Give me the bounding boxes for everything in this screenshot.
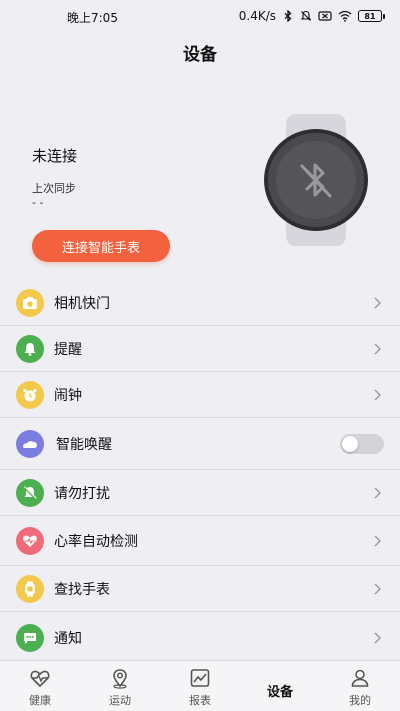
page-title: 设备 [183,45,217,65]
tab-profile[interactable]: 我的 [320,661,400,711]
status-time: 晚上7:05 [67,11,118,25]
menu-label: 提醒 [54,341,82,358]
bottom-tab-bar: 健康 运动 报表 设备 我的 [0,660,400,711]
watch-inner [276,141,356,219]
tab-label: 我的 [349,694,371,707]
tab-label: 健康 [29,694,51,707]
chevron-right-icon [374,632,381,644]
last-sync-value: - - [32,196,44,209]
tab-device[interactable]: 设备 [240,661,320,711]
bluetooth-icon [284,10,292,22]
connect-watch-button[interactable]: 连接智能手表 [32,230,170,262]
tab-report[interactable]: 报表 [160,661,240,711]
menu-item-notification[interactable]: 通知 [0,612,400,664]
report-chart-icon [190,669,210,687]
smart-wake-icon [16,429,44,458]
menu-label: 相机快门 [54,295,110,312]
menu-item-smart-wake[interactable]: 智能唤醒 [0,418,400,470]
watch-face [264,129,368,231]
notification-icon [16,624,44,652]
tab-label: 设备 [266,685,293,700]
menu-label: 心率自动检测 [54,533,138,550]
menu-label: 查找手表 [54,581,110,598]
chevron-right-icon [374,535,381,546]
status-indicators: 0.4K/s 81 [238,9,385,23]
device-card: 未连接 上次同步 - - 连接智能手表 [0,80,400,280]
settings-list: 相机快门 提醒 闹钟 智能唤醒 请勿打扰 心率自动检测 查找手表 通知 [0,280,400,664]
menu-label: 请勿打扰 [54,485,110,502]
chevron-right-icon [374,389,381,400]
tab-sport[interactable]: 运动 [80,661,160,711]
bluetooth-disconnected-icon [300,163,332,198]
sim-disabled-icon [318,11,332,21]
menu-label: 智能唤醒 [56,436,112,453]
watch-image [262,114,370,246]
tab-label: 运动 [109,694,131,707]
chevron-right-icon [374,343,381,354]
do-not-disturb-icon [16,478,44,507]
bell-icon [16,334,44,363]
menu-label: 闹钟 [54,387,82,404]
battery-icon: 81 [358,10,385,22]
heartbeat-icon [30,670,50,688]
heart-rate-icon [16,526,44,555]
menu-label: 通知 [54,631,82,647]
status-bar: 晚上7:05 0.4K/s 81 [0,0,400,32]
menu-item-do-not-disturb[interactable]: 请勿打扰 [0,470,400,516]
menu-item-camera-shutter[interactable]: 相机快门 [0,280,400,326]
find-watch-icon [16,574,44,603]
menu-item-heart-rate-detection[interactable]: 心率自动检测 [0,516,400,566]
connection-status: 未连接 [32,147,78,165]
menu-item-reminder[interactable]: 提醒 [0,326,400,372]
tab-label: 报表 [189,694,211,707]
toggle-knob [342,435,358,452]
chevron-right-icon [374,583,381,594]
mute-icon [300,10,312,21]
tab-health[interactable]: 健康 [0,661,80,711]
menu-item-alarm[interactable]: 闹钟 [0,372,400,418]
location-pin-icon [113,669,127,689]
profile-icon [351,669,369,687]
network-speed: 0.4K/s [238,9,276,23]
menu-item-find-watch[interactable]: 查找手表 [0,566,400,612]
alarm-clock-icon [16,380,44,409]
camera-icon [16,288,44,317]
chevron-right-icon [374,297,381,308]
last-sync-label: 上次同步 [32,182,76,195]
smart-wake-toggle[interactable] [340,433,384,454]
wifi-icon [338,10,352,22]
chevron-right-icon [374,487,381,498]
